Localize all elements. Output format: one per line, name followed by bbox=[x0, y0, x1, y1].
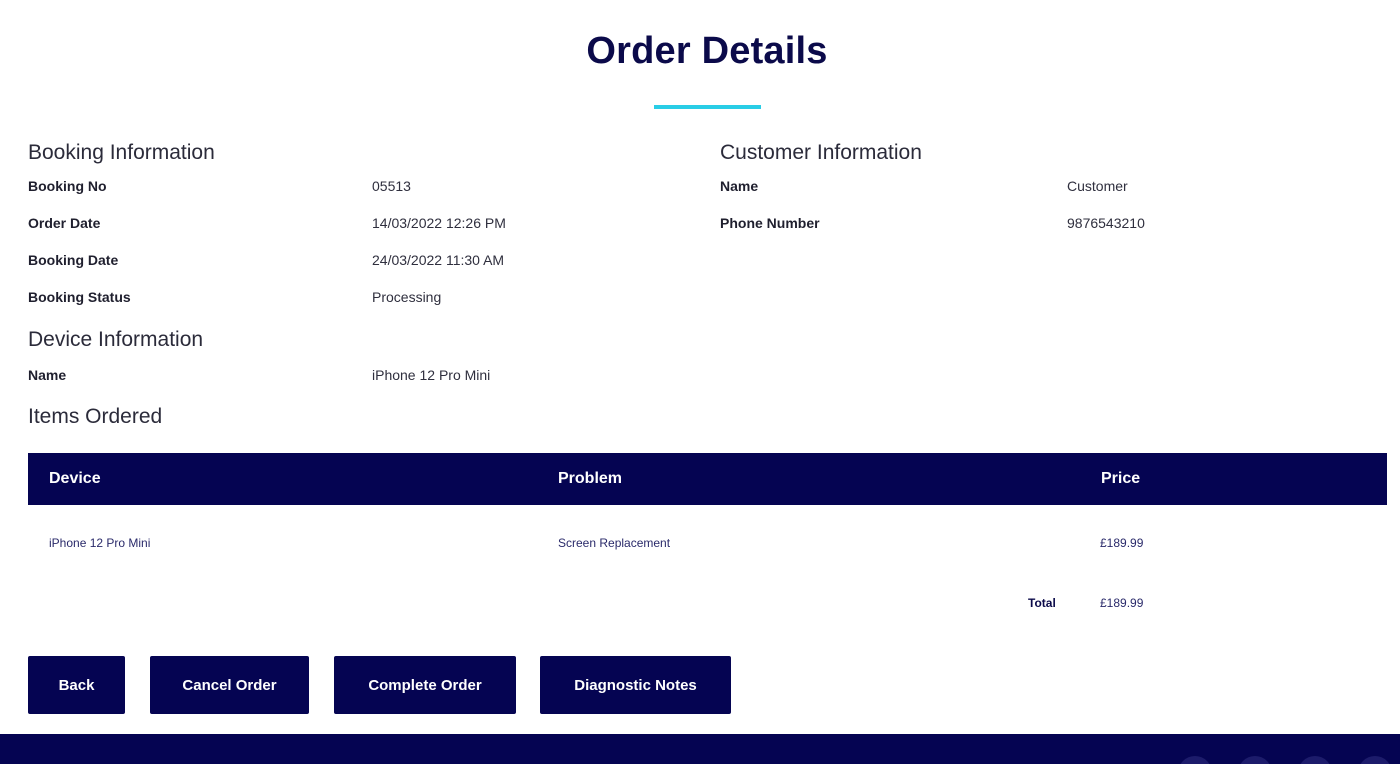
title-underline bbox=[654, 105, 761, 109]
customer-phone-label: Phone Number bbox=[720, 215, 820, 231]
booking-status-value: Processing bbox=[372, 289, 442, 305]
order-date-value: 14/03/2022 12:26 PM bbox=[372, 215, 506, 231]
total-row: Total £189.99 bbox=[28, 581, 1387, 625]
device-name-value: iPhone 12 Pro Mini bbox=[372, 367, 491, 383]
customer-name-value: Customer bbox=[1067, 178, 1128, 194]
booking-no-label: Booking No bbox=[28, 178, 107, 194]
column-header-problem: Problem bbox=[558, 470, 623, 487]
page-title: Order Details bbox=[586, 30, 828, 72]
diagnostic-notes-button[interactable]: Diagnostic Notes bbox=[540, 656, 731, 714]
row-device-cell: iPhone 12 Pro Mini bbox=[49, 536, 151, 550]
total-value: £189.99 bbox=[1100, 596, 1144, 610]
device-name-label: Name bbox=[28, 367, 67, 383]
table-header: Device Problem Price bbox=[28, 453, 1387, 505]
back-button[interactable]: Back bbox=[28, 656, 125, 714]
order-date-label: Order Date bbox=[28, 215, 101, 231]
booking-status-label: Booking Status bbox=[28, 289, 131, 305]
items-ordered-heading: Items Ordered bbox=[28, 405, 163, 428]
social-icon[interactable] bbox=[1358, 756, 1392, 764]
row-price-cell: £189.99 bbox=[1100, 536, 1144, 550]
device-info-heading: Device Information bbox=[28, 328, 204, 351]
customer-info-heading: Customer Information bbox=[720, 141, 922, 164]
social-icon[interactable] bbox=[1298, 756, 1332, 764]
booking-date-value: 24/03/2022 11:30 AM bbox=[372, 252, 505, 268]
total-label: Total bbox=[1028, 596, 1056, 610]
cancel-order-button[interactable]: Cancel Order bbox=[150, 656, 309, 714]
booking-no-value: 05513 bbox=[372, 178, 411, 194]
social-icon[interactable] bbox=[1238, 756, 1272, 764]
booking-info-heading: Booking Information bbox=[28, 141, 215, 164]
column-header-price: Price bbox=[1101, 470, 1141, 487]
customer-name-label: Name bbox=[720, 178, 759, 194]
social-icon[interactable] bbox=[1178, 756, 1212, 764]
footer bbox=[0, 734, 1400, 764]
complete-order-button[interactable]: Complete Order bbox=[334, 656, 516, 714]
table-row: iPhone 12 Pro Mini Screen Replacement £1… bbox=[28, 505, 1387, 581]
column-header-device: Device bbox=[49, 470, 101, 487]
booking-date-label: Booking Date bbox=[28, 252, 119, 268]
row-problem-cell: Screen Replacement bbox=[558, 536, 671, 550]
items-table: Device Problem Price iPhone 12 Pro Mini … bbox=[28, 453, 1387, 625]
customer-phone-value: 9876543210 bbox=[1067, 215, 1145, 231]
